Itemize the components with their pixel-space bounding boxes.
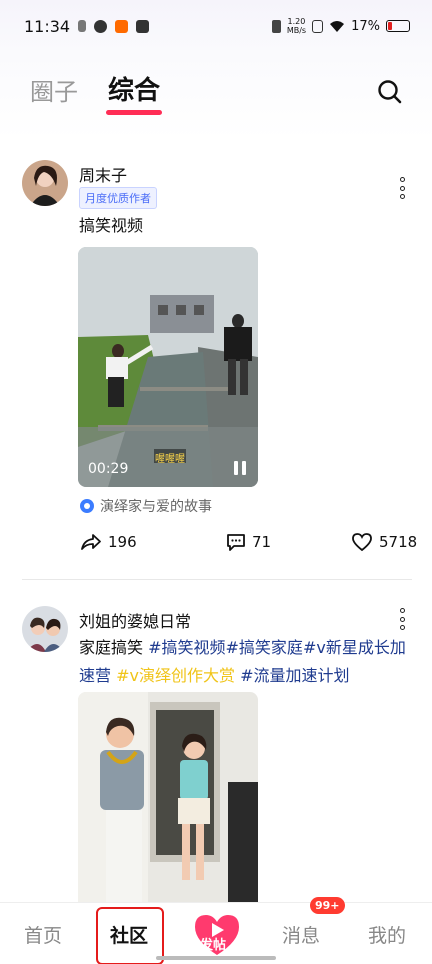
bottom-nav: 首页 社区 发帖 消息 99+ 我的 — [0, 897, 432, 964]
comment-button[interactable]: 71 — [226, 532, 271, 552]
nav-community[interactable]: 社区 — [110, 921, 148, 948]
like-button[interactable]: 5718 — [351, 532, 417, 552]
author-badge: 月度优质作者 — [79, 187, 157, 209]
comment-icon — [227, 534, 245, 551]
hashtag-link[interactable]: #搞笑家庭 — [226, 638, 303, 657]
hashtag-link[interactable]: #搞笑视频 — [148, 638, 225, 657]
nav-profile[interactable]: 我的 — [368, 921, 406, 948]
more-options-icon[interactable] — [394, 608, 410, 630]
hashtag-link[interactable]: #流量加速计划 — [240, 666, 349, 685]
share-button[interactable]: 196 — [80, 532, 137, 552]
comment-count: 71 — [252, 533, 272, 551]
hashtag-link[interactable]: #v演绎创作大赏 — [116, 666, 235, 685]
post-card[interactable]: 周末子 月度优质作者 搞笑视频 喔喔喔 00:29 演绎家与爱的故事 196 7… — [0, 0, 432, 580]
avatar[interactable] — [22, 160, 68, 206]
author-name[interactable]: 周末子 — [79, 162, 127, 186]
like-count: 5718 — [379, 533, 418, 551]
share-count: 196 — [108, 533, 137, 551]
post-text: 家庭搞笑 #搞笑视频#搞笑家庭#v新星成长加速营 #v演绎创作大赏 #流量加速计… — [79, 634, 419, 690]
video-caption: 喔喔喔 — [155, 454, 185, 465]
avatar[interactable] — [22, 606, 68, 652]
nav-home[interactable]: 首页 — [24, 921, 62, 948]
video-thumbnail — [78, 692, 258, 902]
post-text-plain: 家庭搞笑 — [79, 638, 149, 657]
video-player[interactable] — [78, 692, 258, 902]
author-name[interactable]: 刘姐的婆媳日常 — [79, 608, 191, 632]
post-card[interactable]: 刘姐的婆媳日常 家庭搞笑 #搞笑视频#搞笑家庭#v新星成长加速营 #v演绎创作大… — [0, 580, 432, 902]
more-options-icon[interactable] — [394, 177, 410, 199]
message-count-badge: 99+ — [310, 897, 345, 914]
nav-messages[interactable]: 消息 — [282, 921, 320, 948]
post-actions: 196 71 5718 — [0, 532, 432, 558]
circle-icon — [80, 499, 94, 513]
heart-icon — [352, 533, 372, 552]
post-button[interactable]: 发帖 — [192, 911, 242, 957]
share-icon — [81, 534, 101, 550]
pause-icon[interactable] — [234, 461, 246, 475]
video-player[interactable]: 喔喔喔 00:29 — [78, 247, 258, 487]
post-button-label: 发帖 — [200, 938, 227, 953]
circle-tag[interactable]: 演绎家与爱的故事 — [80, 496, 212, 516]
circle-tag-label: 演绎家与爱的故事 — [100, 499, 212, 515]
post-text: 搞笑视频 — [79, 216, 144, 235]
video-duration: 00:29 — [88, 461, 129, 477]
home-indicator — [156, 956, 276, 960]
